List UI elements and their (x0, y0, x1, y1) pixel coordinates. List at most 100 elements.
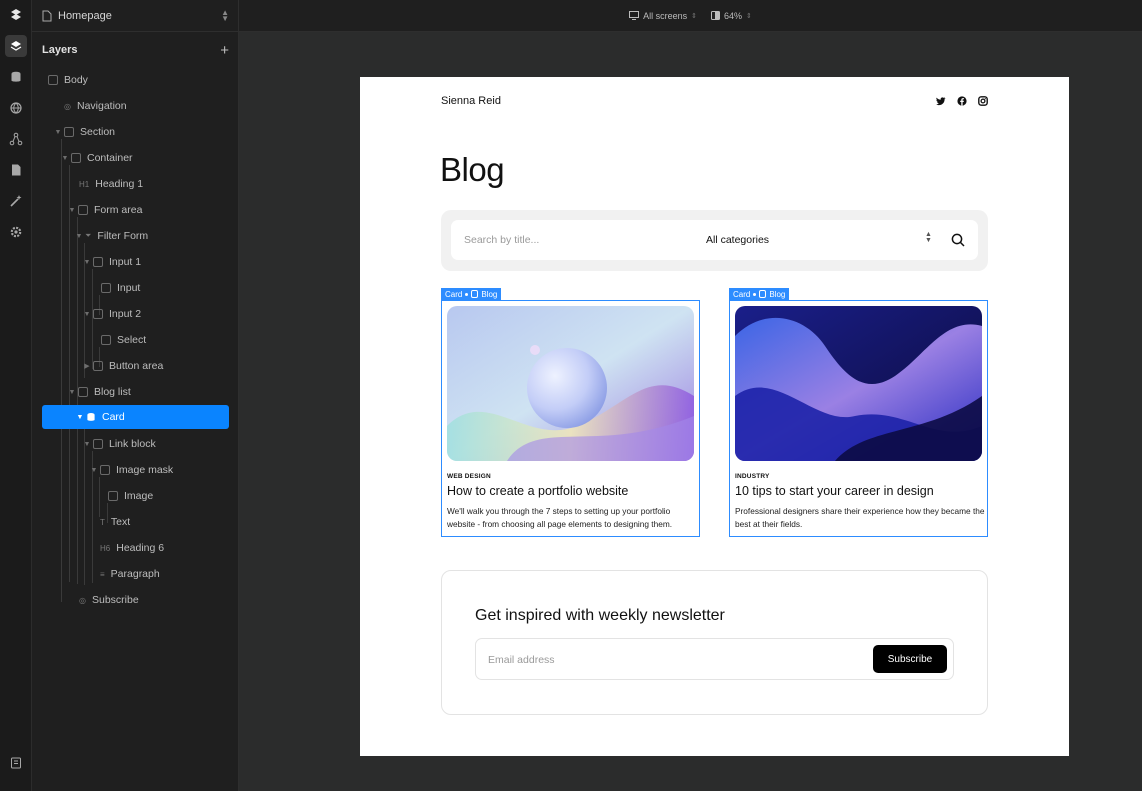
layer-row-body[interactable]: Body (48, 68, 88, 92)
layer-row-image[interactable]: Image (108, 484, 153, 508)
div-icon (78, 205, 88, 215)
layer-row-select[interactable]: Select (101, 328, 146, 352)
layer-row-card[interactable]: ▼ Card (42, 405, 229, 429)
add-layer-button[interactable]: + (220, 42, 229, 59)
page-selector[interactable]: Homepage ▲ ▼ (32, 0, 239, 32)
layer-label: Link block (109, 438, 156, 450)
layer-row-section[interactable]: ▼ Section (54, 120, 116, 144)
tree-guide (61, 139, 62, 602)
zoom-icon (711, 11, 720, 20)
container-icon (71, 153, 81, 163)
globe-icon[interactable] (5, 97, 27, 119)
layer-row-filter-form[interactable]: ▼ ⏷ Filter Form (75, 224, 149, 248)
layer-label: Subscribe (91, 594, 139, 606)
email-input[interactable]: Email address (488, 654, 555, 666)
filter-icon: ⏷ (85, 231, 92, 240)
logo-icon[interactable] (5, 4, 27, 26)
screens-label: All screens (643, 10, 688, 21)
layer-label: Image (124, 490, 154, 502)
card-tag-collection: Blog (481, 289, 498, 299)
search-input[interactable]: Search by title... (464, 234, 539, 246)
card-title[interactable]: 10 tips to start your career in design (735, 484, 934, 498)
layer-label: Blog list (94, 386, 131, 398)
layer-row-link-block[interactable]: ▼ Link block (83, 432, 156, 456)
database-icon[interactable] (5, 66, 27, 88)
symbol-icon: ◎ (64, 101, 71, 111)
caret-down-icon: ▼ (68, 206, 76, 214)
layer-row-heading-1[interactable]: H1 Heading 1 (79, 172, 143, 196)
screens-dropdown[interactable]: All screens ⇕ (629, 11, 697, 21)
subscribe-button[interactable]: Subscribe (873, 645, 947, 673)
layer-row-container[interactable]: ▼ Container (61, 146, 133, 170)
layer-row-paragraph[interactable]: ≡ Paragraph (100, 562, 160, 586)
caret-down-icon: ▼ (54, 128, 62, 136)
card-title[interactable]: How to create a portfolio website (447, 484, 628, 498)
search-icon[interactable] (951, 233, 965, 247)
caret-down-icon: ▼ (68, 388, 76, 396)
card-description: Professional designers share their exper… (735, 506, 985, 529)
page-title: Blog (440, 151, 505, 188)
page-preview[interactable]: Sienna Reid Blog Search by title... All … (360, 77, 1069, 756)
layer-row-input[interactable]: Input (101, 276, 140, 300)
collection-icon (471, 290, 479, 298)
settings-icon[interactable] (5, 221, 27, 243)
pages-icon[interactable] (5, 159, 27, 181)
abstract-waves-image (735, 306, 982, 461)
card-tag-label: Card (445, 289, 463, 299)
chevron-updown-icon: ▲ ▼ (221, 7, 229, 23)
newsletter-title: Get inspired with weekly newsletter (475, 607, 725, 624)
layer-row-image-mask[interactable]: ▼ Image mask (90, 458, 174, 482)
collection-item-icon (87, 413, 95, 421)
caret-down-icon: ▼ (83, 440, 91, 448)
filter-bar: Search by title... All categories ▲ ▼ (451, 220, 978, 260)
magic-wand-icon[interactable] (5, 190, 27, 212)
layer-label: Navigation (76, 100, 127, 112)
layer-row-blog-list[interactable]: ▼ Blog list (68, 380, 131, 404)
layer-row-button-area[interactable]: ▶ Button area (83, 354, 163, 378)
layers-title: Layers (42, 44, 78, 56)
layer-row-input-2[interactable]: ▼ Input 2 (83, 302, 142, 326)
section-icon (64, 127, 74, 137)
components-icon[interactable] (5, 128, 27, 150)
card-description: We'll walk you through the 7 steps to se… (447, 506, 673, 529)
blog-card[interactable]: Card Blog (441, 288, 700, 537)
heading-icon: H1 (79, 179, 90, 189)
site-name[interactable]: Sienna Reid (441, 95, 501, 107)
layer-row-text[interactable]: T Text (100, 510, 130, 534)
tool-rail (0, 0, 32, 791)
layer-row-form-area[interactable]: ▼ Form area (68, 198, 143, 222)
image-icon (108, 491, 118, 501)
blog-card[interactable]: Card Blog (729, 288, 988, 537)
caret-down-icon: ▼ (83, 258, 91, 266)
caret-down-icon: ▼ (90, 466, 98, 474)
filter-form: Search by title... All categories ▲ ▼ (441, 210, 988, 271)
chevron-updown-icon: ▲ ▼ (925, 231, 932, 244)
layer-row-subscribe[interactable]: ◎ Subscribe (79, 588, 139, 612)
card-selection-tag: Card Blog (729, 288, 790, 300)
category-select[interactable]: All categories (706, 234, 769, 246)
layer-row-input-1[interactable]: ▼ Input 1 (83, 250, 142, 274)
layer-label: Filter Form (97, 230, 149, 242)
card-category: WEB DESIGN (447, 473, 491, 480)
layer-label: Form area (94, 204, 143, 216)
abstract-sphere-image (447, 306, 694, 461)
caret-down-icon: ▼ (76, 413, 84, 421)
twitter-icon[interactable] (936, 96, 946, 106)
layers-panel: Homepage ▲ ▼ Layers + Body ◎ Navigation … (32, 0, 239, 791)
layer-label: Text (110, 516, 131, 528)
layers-icon[interactable] (5, 35, 27, 57)
paragraph-icon: ≡ (100, 569, 105, 579)
layer-row-navigation[interactable]: ◎ Navigation (64, 94, 127, 118)
facebook-icon[interactable] (957, 96, 967, 106)
layer-label: Input (117, 282, 141, 294)
zoom-dropdown[interactable]: 64% ⇕ (711, 11, 752, 21)
div-icon (93, 361, 103, 371)
heading-icon: H6 (100, 543, 111, 553)
instagram-icon[interactable] (978, 96, 988, 106)
layer-label: Select (117, 334, 147, 346)
layer-row-heading-6[interactable]: H6 Heading 6 (100, 536, 164, 560)
layer-label: Input 2 (109, 308, 142, 320)
layer-label: Input 1 (109, 256, 142, 268)
docs-icon[interactable] (5, 752, 27, 774)
caret-down-icon: ▼ (83, 310, 91, 318)
